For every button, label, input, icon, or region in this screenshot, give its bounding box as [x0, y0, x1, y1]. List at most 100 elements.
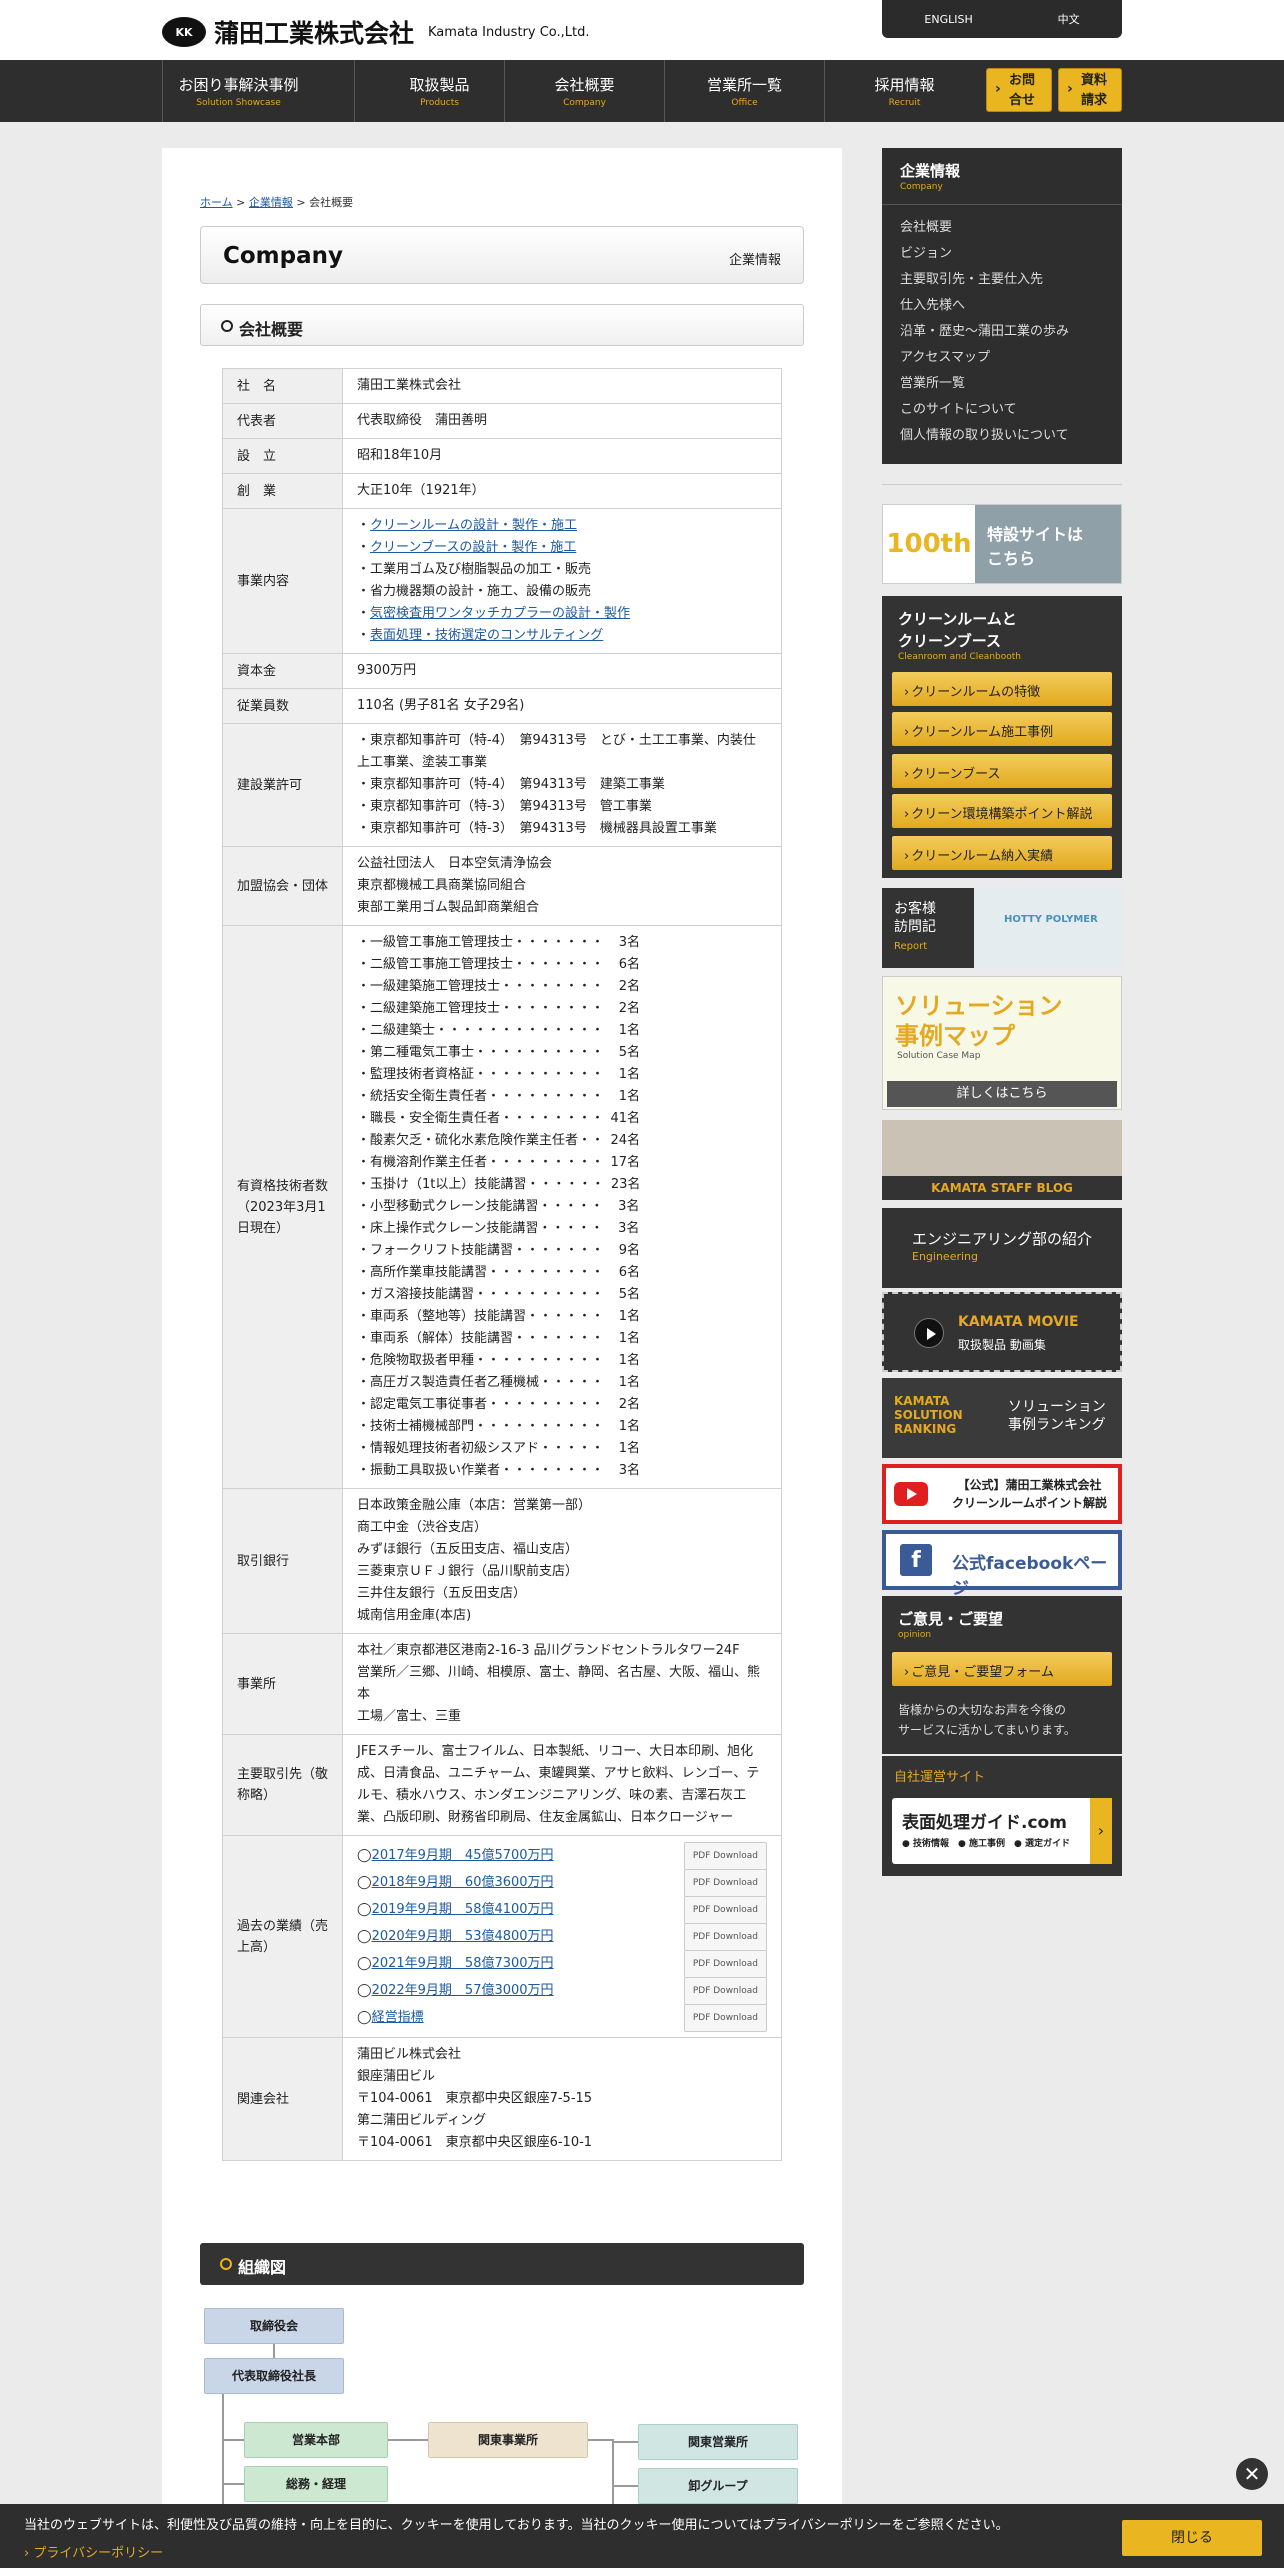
qualification-name: ・車両系（解体）技能講習・・・・・・・: [357, 1331, 605, 1346]
qualification-item: ・高所作業車技能講習・・・・・・・・・ 6名: [357, 1262, 767, 1284]
ranking-banner[interactable]: KAMATA SOLUTION RANKING ソリューション 事例ランキング: [882, 1378, 1122, 1458]
contact-button[interactable]: お問合せ: [986, 68, 1052, 112]
staff-blog-banner[interactable]: KAMATA STAFF BLOG: [882, 1120, 1122, 1200]
request-docs-button[interactable]: 資料請求: [1058, 68, 1122, 112]
nav-solution[interactable]: お困り事解決事例 Solution Showcase: [162, 60, 314, 122]
facebook-banner[interactable]: f 公式facebookページ: [882, 1530, 1122, 1599]
cleanroom-link[interactable]: クリーン環境構築ポイント解説: [892, 794, 1112, 828]
business-link[interactable]: クリーンブースの設計・製作・施工: [370, 540, 576, 555]
qualification-name: ・高所作業車技能講習・・・・・・・・・: [357, 1265, 605, 1280]
company-menu-item[interactable]: 会社概要: [900, 216, 1069, 242]
performance-link[interactable]: 経営指標: [372, 2010, 424, 2025]
pdf-download-button[interactable]: PDF Download: [683, 1895, 767, 1924]
table-row: 資本金 9300万円: [222, 653, 782, 689]
privacy-policy-link[interactable]: › プライバシーポリシー: [24, 2542, 163, 2561]
business-link[interactable]: クリーンルームの設計・製作・施工: [370, 518, 577, 533]
company-menu-item[interactable]: このサイトについて: [900, 398, 1069, 424]
qualification-item: ・床上操作式クレーン技能講習・・・・・ 3名: [357, 1218, 767, 1240]
business-item: ・省力機器類の設計・施工、設備の販売: [357, 581, 767, 603]
breadcrumb-company[interactable]: 企業情報: [249, 196, 293, 209]
assoc-line: 公益社団法人 日本空気清浄協会: [357, 856, 553, 871]
company-menu-item[interactable]: ビジョン: [900, 242, 1069, 268]
page-title: Company: [223, 243, 343, 269]
business-link[interactable]: 表面処理・技術選定のコンサルティング: [370, 628, 603, 643]
pdf-download-button[interactable]: PDF Download: [683, 1976, 767, 2005]
table-row: 創 業大正10年（1921年）: [222, 473, 782, 509]
performance-link[interactable]: 2020年9月期 53億4800万円: [372, 1929, 554, 1944]
qualification-item: ・危険物取扱者甲種・・・・・・・・・・ 1名: [357, 1350, 767, 1372]
cleanroom-link[interactable]: クリーンブース: [892, 754, 1112, 788]
lang-english[interactable]: ENGLISH: [924, 13, 972, 26]
qualification-item: ・二級建築施工管理技士・・・・・・・・ 2名: [357, 998, 767, 1020]
pdf-download-button[interactable]: PDF Download: [683, 1841, 767, 1870]
solution-map-button[interactable]: 詳しくはこちら: [887, 1081, 1117, 1107]
performance-entry: ◯2021年9月期 58億7300万円: [357, 1953, 554, 1975]
solution-map-banner[interactable]: ソリューション 事例マップ Solution Case Map 詳しくはこちら: [882, 976, 1122, 1110]
movie-banner[interactable]: KAMATA MOVIE 取扱製品 動画集: [882, 1292, 1122, 1372]
performance-link[interactable]: 2017年9月期 45億5700万円: [372, 1848, 554, 1863]
business-link[interactable]: 気密検査用ワンタッチカプラーの設計・製作: [370, 606, 630, 621]
nav-products[interactable]: 取扱製品 Products: [354, 60, 524, 122]
company-menu-item[interactable]: 主要取引先・主要仕入先: [900, 268, 1069, 294]
company-menu-item[interactable]: 営業所一覧: [900, 372, 1069, 398]
engineering-banner[interactable]: エンジニアリング部の紹介 Engineering: [882, 1208, 1122, 1288]
company-menu-item[interactable]: アクセスマップ: [900, 346, 1069, 372]
cookie-close-button[interactable]: 閉じる: [1122, 2520, 1262, 2556]
pdf-download-button[interactable]: PDF Download: [683, 1922, 767, 1951]
row-label: 創 業: [222, 473, 343, 509]
performance-link[interactable]: 2021年9月期 58億7300万円: [372, 1956, 554, 1971]
cleanroom-link[interactable]: クリーンルーム施工事例: [892, 712, 1112, 746]
cleanroom-panel: クリーンルームと クリーンブース Cleanroom and Cleanboot…: [882, 596, 1122, 878]
site-logo[interactable]: KK 蒲田工業株式会社 Kamata Industry Co.,Ltd.: [162, 14, 590, 50]
pdf-download-button[interactable]: PDF Download: [683, 2003, 767, 2032]
company-menu-sub: Company: [900, 182, 943, 192]
opinion-form-button[interactable]: ご意見・ご要望フォーム: [892, 1652, 1112, 1686]
qualification-count: 6名: [618, 1265, 641, 1280]
bank-line: 三井住友銀行（五反田支店）: [357, 1586, 527, 1601]
qualification-name: ・統括安全衛生責任者・・・・・・・・・: [357, 1089, 605, 1104]
row-value: 蒲田工業株式会社: [342, 368, 782, 404]
org-general: 総務・経理: [244, 2466, 388, 2502]
performance-link[interactable]: 2019年9月期 58億4100万円: [372, 1902, 554, 1917]
qualification-item: ・二級建築士・・・・・・・・・・・・・ 1名: [357, 1020, 767, 1042]
nav-company[interactable]: 会社概要 Company: [504, 60, 664, 122]
performance-link[interactable]: 2022年9月期 57億3000万円: [372, 1983, 554, 1998]
anniversary-banner[interactable]: 100th 特設サイトは こちら: [882, 504, 1122, 584]
company-menu-item[interactable]: 沿革・歴史〜蒲田工業の歩み: [900, 320, 1069, 346]
lang-chinese[interactable]: 中文: [1058, 11, 1080, 27]
breadcrumb-home[interactable]: ホーム: [200, 196, 233, 209]
breadcrumb-sep: >: [296, 196, 306, 209]
nav-sub: Products: [420, 98, 459, 108]
close-icon[interactable]: ✕: [1236, 2458, 1268, 2490]
cleanroom-link[interactable]: クリーンルーム納入実績: [892, 836, 1112, 870]
cleanroom-link[interactable]: クリーンルームの特徴: [892, 672, 1112, 706]
qualification-name: ・二級建築施工管理技士・・・・・・・・: [357, 1001, 605, 1016]
qualification-count: 1名: [618, 1023, 641, 1038]
performance-mark: ◯: [357, 1847, 372, 1863]
nav-label: 営業所一覧: [706, 76, 782, 94]
youtube-banner[interactable]: 【公式】蒲田工業株式会社 クリーンルームポイント解説: [882, 1464, 1122, 1524]
related-line: 銀座蒲田ビル: [357, 2069, 436, 2084]
pdf-download-button[interactable]: PDF Download: [683, 1868, 767, 1897]
qualification-name: ・一級建築施工管理技士・・・・・・・・: [357, 979, 605, 994]
nav-sub: Solution Showcase: [196, 98, 281, 108]
performance-item: ◯2018年9月期 60億3600万円 PDF Download: [357, 1868, 767, 1897]
opinion-text: 皆様からの大切なお声を今後の サービスに活かしてまいります。: [898, 1703, 1076, 1737]
company-menu-item[interactable]: 仕入先様へ: [900, 294, 1069, 320]
qualification-name: ・認定電気工事従事者・・・・・・・・・: [357, 1397, 605, 1412]
engineering-sub: Engineering: [912, 1250, 978, 1263]
org-line: [222, 2439, 244, 2441]
own-site-card[interactable]: 表面処理ガイド.com ● 技術情報 ● 施工事例 ● 選定ガイド ›: [892, 1798, 1112, 1864]
license-line: ・東京都知事許可（特-3） 第94313号 管工事業: [357, 799, 652, 814]
company-menu-item[interactable]: 個人情報の取り扱いについて: [900, 424, 1069, 450]
performance-link[interactable]: 2018年9月期 60億3600万円: [372, 1875, 554, 1890]
nav-office[interactable]: 営業所一覧 Office: [664, 60, 824, 122]
opinion-sub: opinion: [898, 1630, 932, 1640]
table-row: 主要取引先（敬称略） JFEスチール、富士フイルム、日本製紙、リコー、大日本印刷、…: [222, 1734, 782, 1836]
nav-recruit[interactable]: 採用情報 Recruit: [824, 60, 984, 122]
youtube-icon: [894, 1482, 928, 1506]
cookie-text: 当社のウェブサイトは、利便性及び品質の維持・向上を目的に、クッキーを使用しており…: [24, 2518, 1009, 2533]
pdf-download-button[interactable]: PDF Download: [683, 1949, 767, 1978]
qualification-name: ・ガス溶接技能講習・・・・・・・・・・: [357, 1287, 605, 1302]
report-banner[interactable]: お客様 訪問記 Report HOTTY POLYMER: [882, 888, 1122, 968]
